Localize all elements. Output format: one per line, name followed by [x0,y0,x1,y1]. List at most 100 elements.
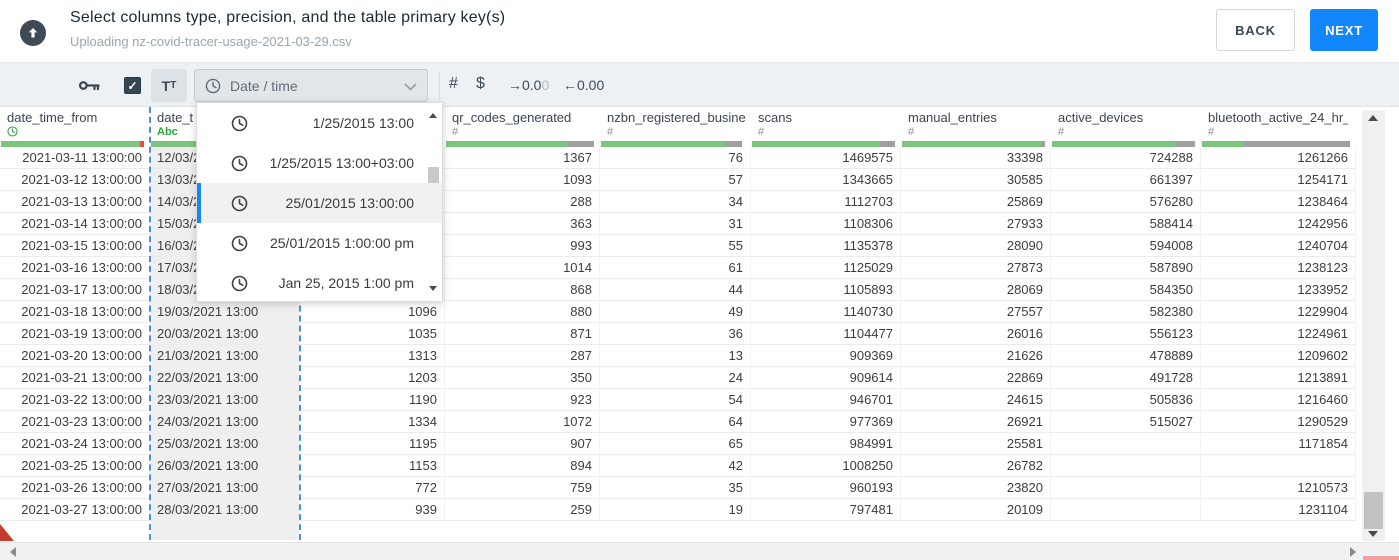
column-header-scans[interactable]: scans # [751,107,901,147]
increase-precision-button[interactable]: →0.00 [508,77,549,93]
scroll-right-arrow-icon[interactable] [1350,547,1356,557]
scroll-down-arrow-icon[interactable] [1368,531,1378,537]
date-format-option[interactable]: 1/25/2015 13:00+03:00 [197,143,442,183]
column-name: date_t [157,110,194,125]
type-select-dropdown[interactable]: Date / time [194,69,428,102]
table-cell: 27933 [901,213,1051,235]
table-cell: 1261266 [1201,147,1356,169]
table-cell: 1104477 [751,323,901,345]
date-format-option[interactable]: 25/01/2015 1:00:00 pm [197,223,442,263]
table-cell: 960193 [751,477,901,499]
table-row: 2021-03-26 13:00:00 27/03/2021 13:00 772 75… [0,477,1356,499]
column-type-indicator: # [452,126,459,138]
toolbar-separator [439,71,440,100]
table-cell: 1343665 [751,169,901,191]
table-cell: 491728 [1051,367,1201,389]
decrease-precision-button[interactable]: ←0.00 [563,77,604,93]
table-cell: 661397 [1051,169,1201,191]
column-header-date_time_from[interactable]: date_time_from [0,107,150,147]
table-cell: 724288 [1051,147,1201,169]
table-cell: 27873 [901,257,1051,279]
table-cell: 1171854 [1201,433,1356,455]
table-cell: 2021-03-21 13:00:00 [0,367,150,389]
table-cell: 871 [445,323,600,345]
table-cell: 28069 [901,279,1051,301]
table-cell: 1125029 [751,257,901,279]
column-header-bluetooth_active_24_hr_[interactable]: bluetooth_active_24_hr_ # [1201,107,1356,147]
column-header-nzbn_registered_busine[interactable]: nzbn_registered_busine # [600,107,751,147]
table-cell [1051,477,1201,499]
horizontal-scrollbar[interactable] [0,542,1399,560]
table-cell: 42 [600,455,751,477]
table-cell [1051,499,1201,521]
table-cell: 2021-03-15 13:00:00 [0,235,150,257]
column-header-manual_entries[interactable]: manual_entries # [901,107,1051,147]
table-row: 2021-03-23 13:00:00 24/03/2021 13:00 1334 1… [0,411,1356,433]
table-cell: 1108306 [751,213,901,235]
uploading-filename: Uploading nz-covid-tracer-usage-2021-03-… [70,34,352,49]
next-button[interactable]: NEXT [1310,9,1378,51]
table-cell: 759 [445,477,600,499]
table-cell: 1014 [445,257,600,279]
table-cell: 772 [300,477,445,499]
column-name: date_time_from [7,110,98,125]
table-cell: 1231104 [1201,499,1356,521]
column-header-qr_codes_generated[interactable]: qr_codes_generated # [445,107,600,147]
table-cell: 923 [445,389,600,411]
table-cell: 35 [600,477,751,499]
table-cell: 1035 [300,323,445,345]
table-cell: 797481 [751,499,901,521]
table-cell: 22/03/2021 13:00 [150,367,300,389]
table-cell: 1367 [445,147,600,169]
scroll-left-arrow-icon[interactable] [10,547,16,557]
table-cell: 288 [445,191,600,213]
table-cell: 2021-03-24 13:00:00 [0,433,150,455]
date-format-option[interactable]: Jan 25, 2015 1:00 pm [197,263,442,303]
date-format-option[interactable]: 25/01/2015 13:00:00 [197,183,442,223]
table-cell: 2021-03-11 13:00:00 [0,147,150,169]
table-cell: 24 [600,367,751,389]
table-cell: 587890 [1051,257,1201,279]
column-name: qr_codes_generated [452,110,572,125]
column-name: bluetooth_active_24_hr_ [1208,110,1348,125]
table-cell: 1233952 [1201,279,1356,301]
date-format-option[interactable]: 1/25/2015 13:00 [197,103,442,143]
boolean-type-checkbox[interactable]: ✓ [124,77,141,94]
table-cell: 1224961 [1201,323,1356,345]
back-button[interactable]: BACK [1216,9,1295,51]
table-cell: 1203 [300,367,445,389]
table-cell: 2021-03-19 13:00:00 [0,323,150,345]
table-cell: 1140730 [751,301,901,323]
vertical-scrollbar-thumb[interactable] [1364,492,1383,529]
date-format-option-label: 1/25/2015 13:00 [312,115,414,131]
currency-type-button[interactable]: $ [476,75,485,93]
table-cell: 868 [445,279,600,301]
scroll-up-arrow-icon[interactable] [1368,115,1378,121]
table-cell: 584350 [1051,279,1201,301]
table-cell: 1105893 [751,279,901,301]
horizontal-scrollbar-thumb[interactable] [1363,556,1399,560]
date-format-option-label: 25/01/2015 13:00:00 [285,195,414,211]
selected-column-extension [151,521,299,540]
table-cell: 2021-03-16 13:00:00 [0,257,150,279]
table-row: 2021-03-27 13:00:00 28/03/2021 13:00 939 25… [0,499,1356,521]
text-type-button[interactable]: TT [151,69,187,102]
table-cell [1201,455,1356,477]
table-cell [1051,455,1201,477]
vertical-scrollbar[interactable] [1362,110,1385,541]
table-cell: 556123 [1051,323,1201,345]
number-type-button[interactable]: # [449,75,458,93]
table-cell: 25581 [901,433,1051,455]
table-cell: 880 [445,301,600,323]
table-cell: 1238123 [1201,257,1356,279]
date-format-option-label: Jan 25, 2015 1:00 pm [278,275,414,291]
table-cell: 26782 [901,455,1051,477]
column-header-active_devices[interactable]: active_devices # [1051,107,1201,147]
table-cell: 1290529 [1201,411,1356,433]
table-cell: 28090 [901,235,1051,257]
primary-key-icon[interactable] [78,77,101,99]
type-select-value: Date / time [230,77,298,94]
table-cell: 36 [600,323,751,345]
table-cell: 1209602 [1201,345,1356,367]
table-cell: 27/03/2021 13:00 [150,477,300,499]
